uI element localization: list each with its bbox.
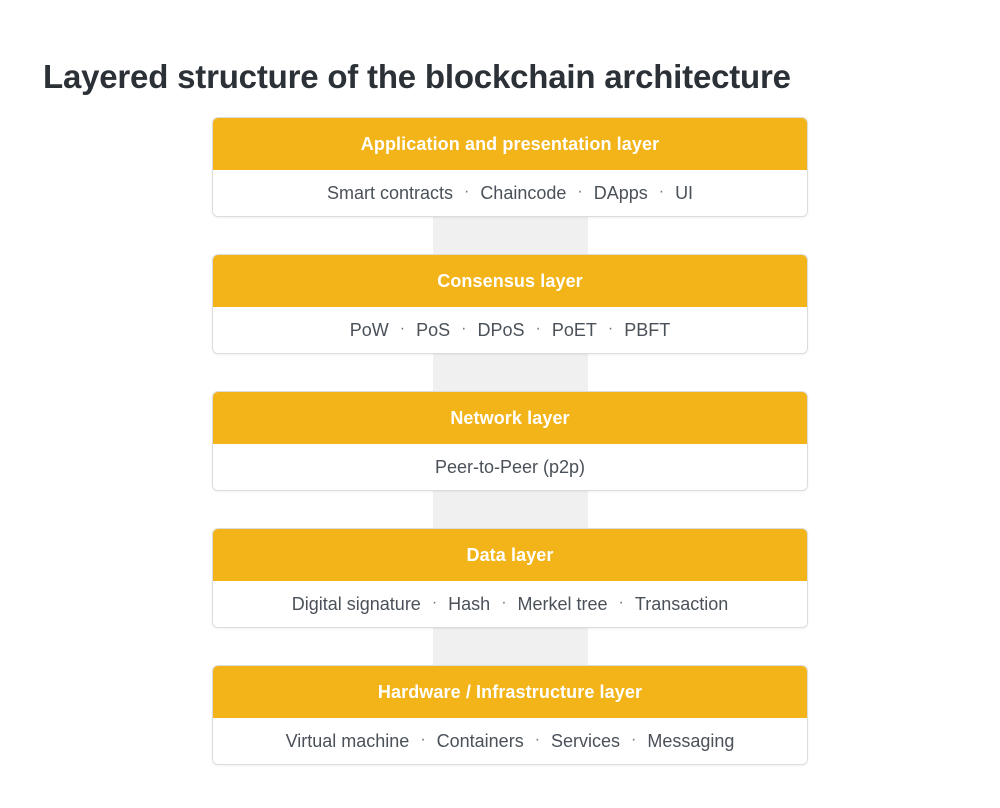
layer-body: Digital signature · Hash · Merkel tree · Trans… [213, 581, 807, 627]
item-separator-dot: · [577, 183, 583, 200]
layer-group: Network layer Peer-to-Peer (p2p) [212, 391, 808, 528]
layer-connector [433, 627, 588, 665]
layer-connector [433, 216, 588, 254]
layer-item[interactable]: Virtual machine [286, 731, 410, 752]
layer-header: Hardware / Infrastructure layer [213, 666, 807, 718]
layer-stack: Application and presentation layer Smart … [212, 117, 808, 765]
layer-header: Network layer [213, 392, 807, 444]
page-title: Layered structure of the blockchain arch… [43, 58, 791, 96]
item-separator-dot: · [399, 320, 406, 337]
item-separator-dot: · [501, 594, 507, 611]
layer-item-list: Virtual machine · Containers · Services · Mess… [286, 731, 735, 752]
layer-item[interactable]: PoS [416, 320, 450, 341]
item-separator-dot: · [420, 731, 426, 748]
layer-item-list: Peer-to-Peer (p2p) [435, 457, 585, 478]
layer-item-list: Smart contracts · Chaincode · DApps · UI [327, 183, 693, 204]
layer-item[interactable]: Smart contracts [327, 183, 453, 204]
item-separator-dot: · [631, 731, 637, 748]
layer-item[interactable]: Messaging [647, 731, 734, 752]
layer-item[interactable]: DPoS [477, 320, 524, 341]
layer-header: Application and presentation layer [213, 118, 807, 170]
layer-item[interactable]: Digital signature [292, 594, 421, 615]
layer-item[interactable]: Transaction [635, 594, 728, 615]
item-separator-dot: · [658, 183, 665, 200]
layer-header-label: Application and presentation layer [360, 133, 660, 154]
item-separator-dot: · [534, 731, 541, 748]
layer-card[interactable]: Consensus layer PoW · PoS · DPoS · PoET · PBFT [212, 254, 808, 354]
layer-item-list: PoW · PoS · DPoS · PoET · PBFT [350, 320, 670, 341]
layer-group: Hardware / Infrastructure layer Virtual m… [212, 665, 808, 765]
layer-item[interactable]: DApps [594, 183, 648, 204]
layer-item[interactable]: PoW [350, 320, 389, 341]
layer-header-label: Network layer [450, 407, 570, 428]
item-separator-dot: · [618, 594, 624, 611]
layer-body: PoW · PoS · DPoS · PoET · PBFT [213, 307, 807, 353]
layer-item[interactable]: UI [675, 183, 693, 204]
layer-item[interactable]: Services [551, 731, 620, 752]
item-separator-dot: · [461, 320, 467, 337]
layer-header-label: Consensus layer [437, 270, 583, 291]
layer-item[interactable]: PBFT [624, 320, 670, 341]
layer-item[interactable]: Hash [448, 594, 490, 615]
layer-header: Data layer [213, 529, 807, 581]
layer-group: Consensus layer PoW · PoS · DPoS · PoET · PBFT [212, 254, 808, 391]
layer-item[interactable]: PoET [552, 320, 597, 341]
layer-header-label: Hardware / Infrastructure layer [377, 681, 643, 702]
layer-body: Smart contracts · Chaincode · DApps · UI [213, 170, 807, 216]
layer-card[interactable]: Application and presentation layer Smart … [212, 117, 808, 217]
layer-item[interactable]: Chaincode [480, 183, 566, 204]
layer-header: Consensus layer [213, 255, 807, 307]
layer-header-label: Data layer [466, 544, 554, 565]
item-separator-dot: · [535, 320, 541, 337]
layer-card[interactable]: Network layer Peer-to-Peer (p2p) [212, 391, 808, 491]
item-separator-dot: · [431, 594, 438, 611]
layer-body: Virtual machine · Containers · Services · Mess… [213, 718, 807, 764]
layer-item[interactable]: Peer-to-Peer (p2p) [435, 457, 585, 478]
layer-item[interactable]: Merkel tree [518, 594, 608, 615]
layer-group: Application and presentation layer Smart … [212, 117, 808, 254]
layer-connector [433, 490, 588, 528]
layer-connector [433, 353, 588, 391]
item-separator-dot: · [607, 320, 614, 337]
layer-item-list: Digital signature · Hash · Merkel tree · Trans… [292, 594, 729, 615]
layer-group: Data layer Digital signature · Hash · Merkel … [212, 528, 808, 665]
item-separator-dot: · [463, 183, 470, 200]
layer-card[interactable]: Hardware / Infrastructure layer Virtual m… [212, 665, 808, 765]
layer-card[interactable]: Data layer Digital signature · Hash · Merkel … [212, 528, 808, 628]
layer-body: Peer-to-Peer (p2p) [213, 444, 807, 490]
layer-item[interactable]: Containers [437, 731, 524, 752]
